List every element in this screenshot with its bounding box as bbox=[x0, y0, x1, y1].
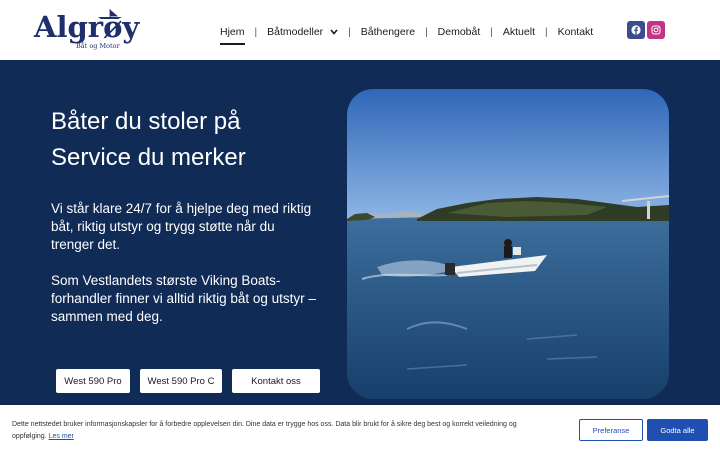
nav-item-label: Båtmodeller bbox=[267, 26, 324, 38]
nav-item-hjem[interactable]: Hjem bbox=[212, 26, 253, 45]
nav-separator: | bbox=[425, 26, 428, 38]
brand-name: Algrøy bbox=[34, 10, 140, 44]
brand-tagline: Båt og Motor bbox=[76, 42, 120, 50]
nav-item-aktuelt[interactable]: Aktuelt bbox=[495, 26, 543, 38]
cookie-preferences-button[interactable]: Preferanse bbox=[579, 419, 643, 441]
facebook-link[interactable] bbox=[627, 21, 645, 39]
instagram-icon bbox=[651, 25, 661, 35]
cookie-accept-all-button[interactable]: Godta alle bbox=[647, 419, 708, 441]
nav-separator: | bbox=[545, 26, 548, 38]
main-navigation: Hjem | Båtmodeller | Båthengere | Demobå… bbox=[212, 22, 602, 45]
cookie-consent-bar: Dette nettstedet bruker informasjonskaps… bbox=[0, 405, 720, 450]
hero-boat-photo bbox=[347, 89, 669, 399]
hero-paragraph-2: Som Vestlandets største Viking Boats-for… bbox=[51, 273, 316, 324]
nav-item-label: Kontakt bbox=[557, 26, 594, 38]
facebook-icon bbox=[631, 25, 641, 35]
hero-headline-line1: Båter du stoler på bbox=[51, 108, 241, 135]
nav-separator: | bbox=[254, 26, 258, 38]
nav-item-label: Aktuelt bbox=[502, 26, 535, 38]
west-590-pro-c-button[interactable]: West 590 Pro C bbox=[140, 369, 222, 393]
cookie-message-text: Dette nettstedet bruker informasjonskaps… bbox=[12, 421, 517, 440]
nav-item-label: Båthengere bbox=[360, 26, 416, 38]
nav-item-label: Demobåt bbox=[437, 26, 481, 38]
instagram-link[interactable] bbox=[647, 21, 665, 39]
nav-item-bathengere[interactable]: Båthengere bbox=[353, 26, 423, 38]
nav-separator: | bbox=[348, 26, 351, 38]
nav-item-kontakt[interactable]: Kontakt bbox=[550, 26, 602, 38]
chevron-down-icon bbox=[330, 29, 338, 35]
hero-headline-line2: Service du merker bbox=[51, 144, 246, 171]
brand-logo[interactable]: Algrøy Båt og Motor bbox=[34, 9, 139, 54]
cookie-message: Dette nettstedet bruker informasjonskaps… bbox=[12, 419, 542, 443]
contact-us-button[interactable]: Kontakt oss bbox=[232, 369, 320, 393]
hero-paragraph-1: Vi står klare 24/7 for å hjelpe deg med … bbox=[51, 201, 312, 252]
site-header: Algrøy Båt og Motor Hjem | Båtmodeller |… bbox=[0, 0, 720, 60]
nav-item-batmodeller[interactable]: Båtmodeller bbox=[259, 26, 346, 38]
nav-item-label: Hjem bbox=[220, 26, 245, 38]
nav-separator: | bbox=[490, 26, 493, 38]
hero-headline: Båter du stoler på Service du merker bbox=[51, 104, 341, 176]
nav-item-demobat[interactable]: Demobåt bbox=[430, 26, 489, 38]
west-590-pro-button[interactable]: West 590 Pro bbox=[56, 369, 130, 393]
read-more-link[interactable]: Les mer bbox=[49, 433, 74, 440]
boat-photo-illustration bbox=[347, 89, 669, 399]
